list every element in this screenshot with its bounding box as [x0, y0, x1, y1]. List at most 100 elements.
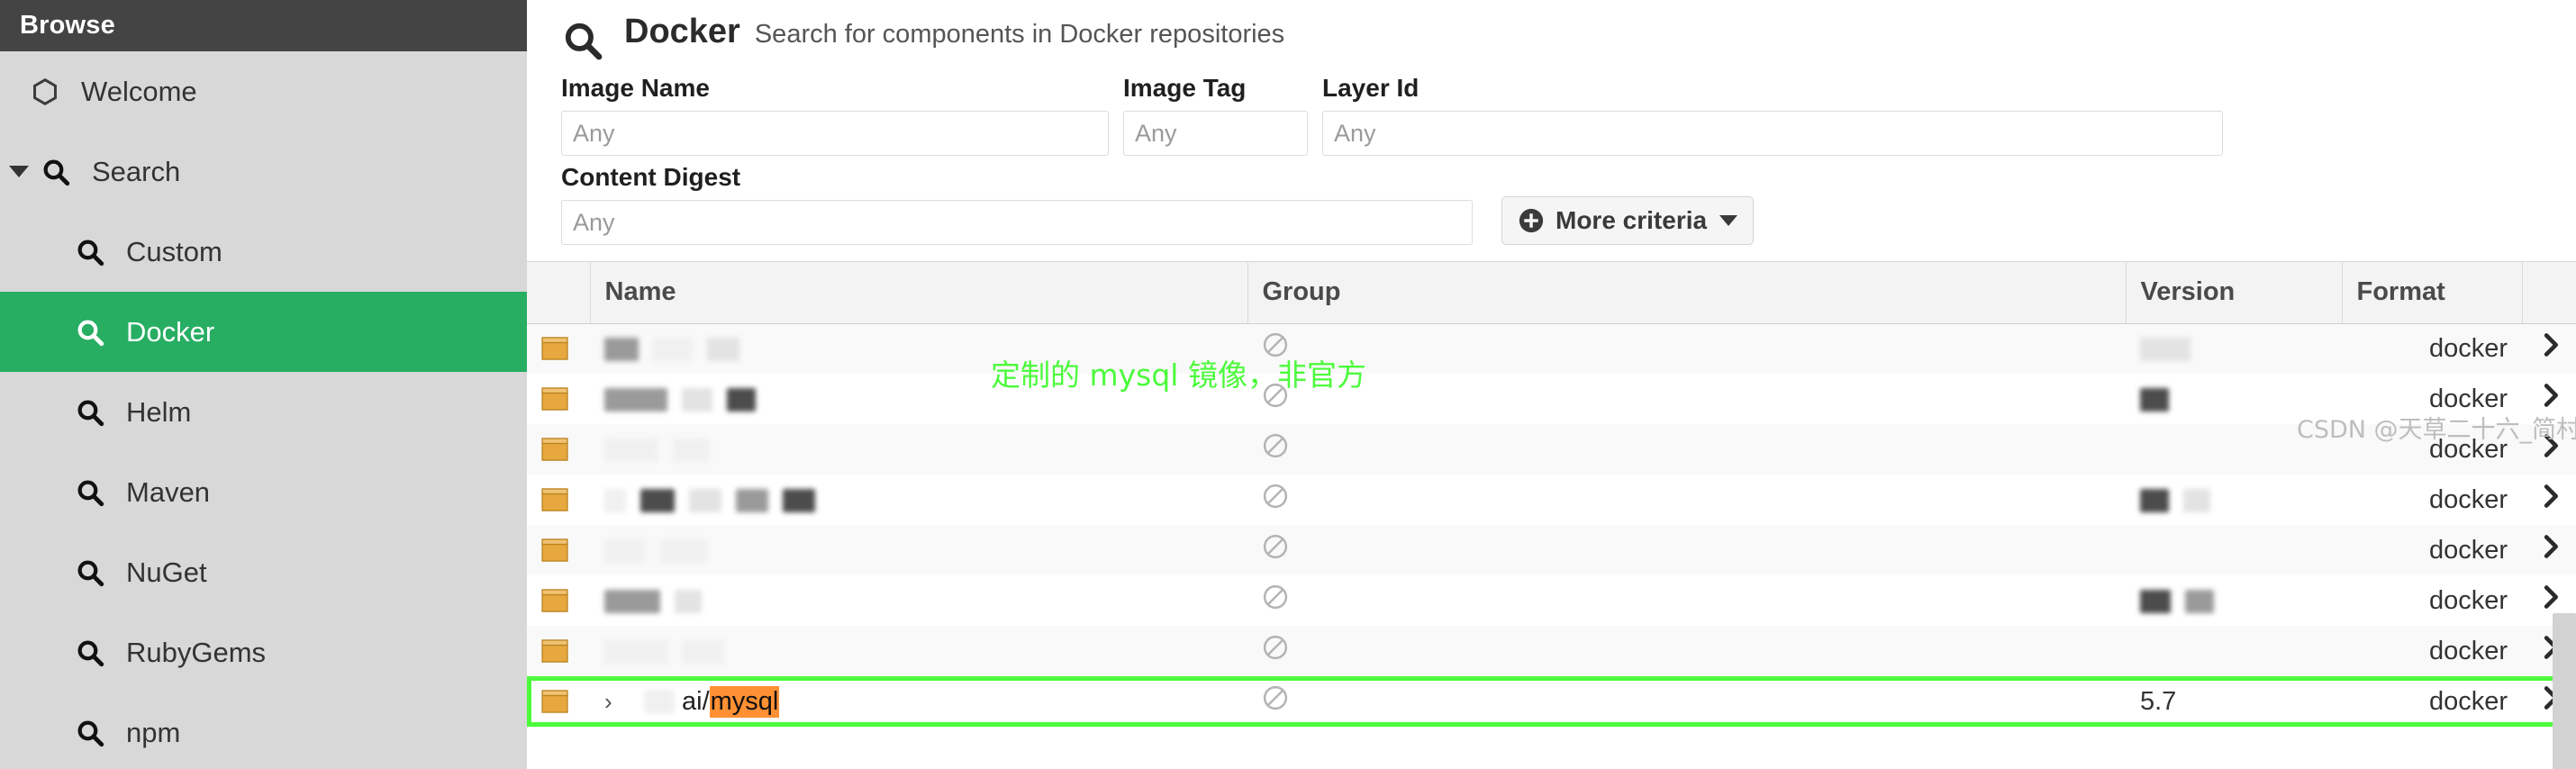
column-header-icon[interactable]: [527, 262, 591, 324]
redacted-text: [736, 488, 769, 512]
content-digest-field-group: Content Digest: [561, 163, 1473, 245]
more-criteria-button[interactable]: More criteria: [1501, 196, 1755, 245]
image-tag-input[interactable]: [1123, 111, 1308, 156]
version-cell: [2126, 626, 2342, 676]
column-header-format[interactable]: Format: [2342, 262, 2523, 324]
column-header-name[interactable]: Name: [590, 262, 1248, 324]
main-content: Docker Search for components in Docker r…: [527, 0, 2576, 769]
name-cell[interactable]: › ai/ mysql: [590, 676, 1247, 727]
package-icon-cell: [527, 475, 590, 525]
format-cell: docker: [2342, 676, 2522, 727]
more-criteria-label: More criteria: [1556, 206, 1708, 234]
results-table-body: docker docker docker docker docker docke…: [527, 323, 2576, 727]
sidebar-item-label: Custom: [126, 235, 222, 267]
table-row-mysql[interactable]: › ai/ mysql 5.7 docker: [527, 676, 2576, 727]
sidebar-item-welcome[interactable]: Welcome: [0, 51, 527, 131]
no-entry-icon: [1262, 685, 1289, 718]
column-header-group[interactable]: Group: [1247, 262, 2127, 324]
redacted-text: [2140, 387, 2169, 412]
name-cell: [590, 575, 1247, 626]
name-cell: [590, 525, 1247, 575]
table-row[interactable]: docker: [527, 626, 2576, 676]
content-digest-input[interactable]: [561, 200, 1473, 245]
redacted-text: [2140, 589, 2171, 613]
sidebar-item-nuget[interactable]: NuGet: [0, 532, 527, 612]
table-row[interactable]: docker: [527, 475, 2576, 525]
no-entry-icon: [1262, 534, 1289, 566]
annotation-note: 定制的 mysql 镜像，非官方: [991, 357, 1366, 393]
redacted-text: [604, 639, 667, 664]
redacted-text: [604, 438, 658, 462]
group-cell: [1247, 525, 2126, 575]
sidebar: Browse Welcome Search Custom Docker Helm…: [0, 0, 527, 769]
column-header-arrow: [2522, 262, 2576, 324]
magnifier-icon: [70, 553, 110, 593]
table-row[interactable]: docker: [527, 424, 2576, 475]
chevron-right-icon[interactable]: [2542, 333, 2562, 364]
sidebar-item-label: Search: [92, 155, 181, 187]
redacted-text: [727, 387, 757, 412]
row-expand-cell[interactable]: [2522, 475, 2576, 525]
magnifier-icon: [70, 633, 110, 673]
group-cell: [1247, 323, 2126, 374]
sidebar-item-label: npm: [126, 716, 181, 748]
redacted-text: [2140, 338, 2191, 362]
redacted-text: [604, 538, 646, 563]
package-icon: [541, 538, 576, 562]
sidebar-item-rubygems[interactable]: RubyGems: [0, 612, 527, 692]
version-cell: [2126, 323, 2342, 374]
column-header-version[interactable]: Version: [2126, 262, 2343, 324]
magnifier-icon: [70, 713, 110, 753]
filter-row-1: Image Name Image Tag Layer Id: [561, 74, 2576, 156]
no-entry-icon: [1262, 484, 1289, 516]
redacted-text: [604, 589, 660, 613]
layer-id-field-group: Layer Id: [1322, 74, 2223, 156]
redacted-text: [783, 488, 816, 512]
sidebar-item-label: NuGet: [126, 556, 207, 588]
plus-circle-icon: [1518, 207, 1545, 234]
sidebar-item-maven[interactable]: Maven: [0, 452, 527, 532]
sidebar-item-search[interactable]: Search: [0, 131, 527, 212]
table-row[interactable]: docker: [527, 374, 2576, 424]
chevron-right-icon[interactable]: [2542, 484, 2562, 515]
table-row[interactable]: docker: [527, 323, 2576, 374]
sidebar-item-label: RubyGems: [126, 636, 267, 668]
layer-id-input[interactable]: [1322, 111, 2223, 156]
magnifier-icon: [70, 232, 110, 272]
row-expand-cell[interactable]: [2522, 323, 2576, 374]
vertical-scrollbar-thumb[interactable]: [2553, 613, 2576, 769]
image-name-input[interactable]: [561, 111, 1109, 156]
magnifier-icon: [70, 393, 110, 432]
table-row[interactable]: docker: [527, 575, 2576, 626]
package-icon-cell: [527, 374, 590, 424]
redacted-text: [644, 690, 675, 713]
row-expand-cell[interactable]: [2522, 525, 2576, 575]
version-cell: [2126, 525, 2342, 575]
group-cell: [1247, 676, 2126, 727]
sidebar-item-helm[interactable]: Helm: [0, 372, 527, 452]
chevron-down-icon[interactable]: [7, 160, 31, 184]
chevron-right-icon[interactable]: [2542, 535, 2562, 565]
name-cell: [590, 475, 1247, 525]
image-name-prefix: ai/: [682, 686, 710, 716]
image-tag-field-group: Image Tag: [1123, 74, 1308, 156]
magnifier-icon: [36, 152, 76, 192]
group-cell: [1247, 374, 2126, 424]
redacted-text: [604, 387, 667, 412]
group-cell: [1247, 424, 2126, 475]
sidebar-item-npm[interactable]: npm: [0, 692, 527, 769]
sidebar-item-label: Helm: [126, 395, 192, 428]
package-icon: [541, 690, 576, 713]
sidebar-header: Browse: [0, 0, 527, 51]
table-row[interactable]: docker: [527, 525, 2576, 575]
sidebar-item-docker[interactable]: Docker: [0, 292, 527, 372]
redacted-text: [604, 338, 639, 362]
sidebar-item-custom[interactable]: Custom: [0, 212, 527, 292]
format-cell: docker: [2428, 333, 2508, 363]
chevron-right-icon[interactable]: [2542, 585, 2562, 616]
redacted-text: [640, 488, 676, 512]
vertical-scrollbar[interactable]: [2553, 613, 2576, 769]
image-tag-label: Image Tag: [1123, 74, 1247, 102]
expand-row-icon[interactable]: ›: [604, 688, 621, 716]
package-icon-cell: [527, 323, 590, 374]
